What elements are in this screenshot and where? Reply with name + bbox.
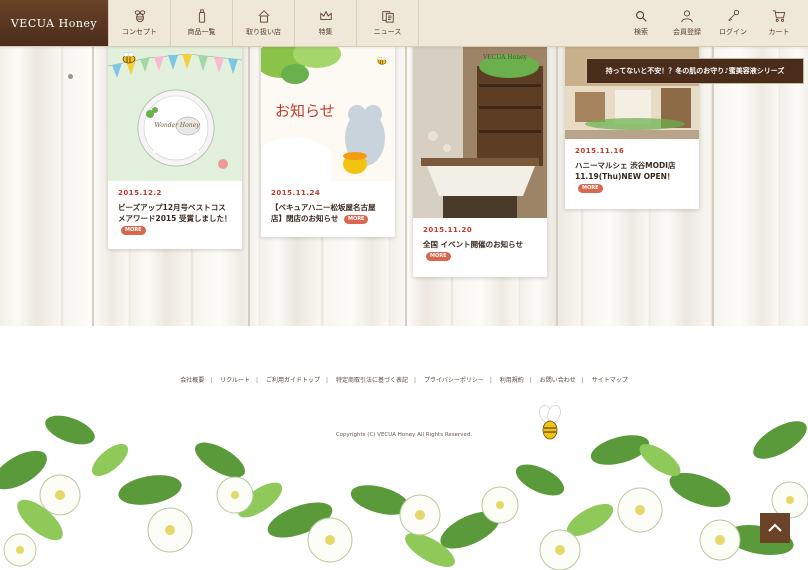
- news-thumbnail: Wonder Honey: [108, 46, 242, 181]
- nav-search[interactable]: 検索: [618, 0, 664, 46]
- nav-stores[interactable]: 取り扱い店: [233, 0, 295, 46]
- footer-link-guide[interactable]: ご利用ガイドトップ: [266, 377, 320, 384]
- bee-icon: [122, 52, 136, 64]
- news-date: 2015.11.16: [575, 147, 625, 155]
- shop-icon: [257, 10, 270, 23]
- news-card[interactable]: お知らせ 2015.11.24 【ベキュアハニー松坂屋名古屋店】閉店のお知らせ …: [261, 46, 395, 237]
- nav-label: コンセプト: [122, 28, 157, 36]
- plank-divider: [556, 46, 558, 326]
- more-button[interactable]: MORE: [426, 251, 451, 261]
- news-thumbnail: お知らせ: [261, 46, 395, 181]
- plank-divider: [248, 46, 250, 326]
- back-to-top-button[interactable]: [760, 513, 790, 543]
- nav-cart[interactable]: カート: [756, 0, 802, 46]
- feature-banner[interactable]: 持ってないと不安！？冬の肌のお守り♪蜜美容液シリーズ: [586, 58, 804, 84]
- news-title: ビーズアップ12月号ベストコスメアワード2015 受賞しました！ MORE: [118, 202, 232, 236]
- plank-divider: [405, 46, 407, 326]
- news-title-text: ハニーマルシェ 渋谷MODI店 11.19(Thu)NEW OPEN！: [575, 161, 676, 182]
- news-title: 全国 イベント開催のお知らせ MORE: [423, 239, 537, 262]
- more-button[interactable]: MORE: [343, 214, 369, 224]
- nav-concept[interactable]: コンセプト: [108, 0, 171, 46]
- nav-news[interactable]: ニュース: [357, 0, 419, 46]
- card-body: 2015.11.20 全国 イベント開催のお知らせ MORE: [413, 218, 547, 270]
- more-button[interactable]: MORE: [121, 225, 146, 236]
- bee-icon: [134, 10, 145, 23]
- nav-label: 検索: [634, 28, 648, 36]
- news-date: 2015.11.20: [423, 226, 473, 234]
- chevron-up-icon: [768, 523, 782, 532]
- bee-icon: [377, 57, 387, 65]
- nav-features[interactable]: 特集: [295, 0, 357, 46]
- news-card[interactable]: Wonder Honey 2015.12.2 ビーズアップ12月号ベストコスメア…: [108, 46, 242, 249]
- news-thumbnail: VECUA Honey: [413, 46, 547, 218]
- nav-label: 会員登録: [673, 28, 701, 36]
- nav-register[interactable]: 会員登録: [664, 0, 710, 46]
- search-icon: [636, 11, 647, 22]
- footer-link-terms[interactable]: 利用規約: [500, 377, 524, 384]
- cart-icon: [772, 10, 786, 22]
- utility-nav: 検索 会員登録 ログイン カート: [618, 0, 802, 46]
- footer-link-privacy[interactable]: プライバシーポリシー: [424, 377, 484, 384]
- user-icon: [681, 10, 693, 23]
- footer-link-company[interactable]: 会社概要: [180, 377, 204, 384]
- footer-link-contact[interactable]: お問い合わせ: [540, 377, 576, 384]
- news-date: 2015.11.24: [271, 189, 321, 197]
- key-icon: [728, 9, 740, 22]
- news-title-text: 全国 イベント開催のお知らせ: [423, 240, 523, 249]
- nav-login[interactable]: ログイン: [710, 0, 756, 46]
- store-photo: [413, 46, 547, 218]
- nav-label: 商品一覧: [187, 28, 216, 36]
- news-title-text: ビーズアップ12月号ベストコスメアワード2015 受賞しました！: [118, 203, 232, 224]
- card-body: 2015.11.16 ハニーマルシェ 渋谷MODI店 11.19(Thu)NEW…: [565, 139, 699, 202]
- site-logo[interactable]: VECUA Honey: [0, 0, 108, 46]
- flower-illustration: [0, 400, 808, 570]
- plank-divider: [92, 46, 94, 326]
- more-button[interactable]: MORE: [578, 183, 603, 194]
- nav-label: ログイン: [719, 28, 747, 36]
- document-icon: [381, 11, 394, 23]
- news-date: 2015.12.2: [118, 189, 162, 197]
- bottle-icon: [198, 9, 205, 23]
- nav-products[interactable]: 商品一覧: [171, 0, 233, 46]
- crown-icon: [319, 10, 332, 20]
- nail: [68, 74, 73, 79]
- store-sign: VECUA Honey: [483, 54, 528, 61]
- notice-heading: お知らせ: [275, 102, 335, 120]
- nav-label: ニュース: [373, 28, 402, 36]
- nav-label: 取り扱い店: [246, 28, 281, 36]
- news-title: ハニーマルシェ 渋谷MODI店 11.19(Thu)NEW OPEN！ MORE: [575, 160, 689, 194]
- footer-link-recruit[interactable]: リクルート: [220, 377, 250, 384]
- product-label: Wonder Honey: [154, 122, 200, 129]
- plank-divider: [712, 46, 714, 326]
- footer-links: 会社概要 | リクルート | ご利用ガイドトップ | 特定商取引法に基づく表記 | プラ…: [180, 377, 628, 384]
- card-body: 2015.11.24 【ベキュアハニー松坂屋名古屋店】閉店のお知らせ MORE: [261, 181, 395, 233]
- copyright: Copyrights (C) VECUA Honey All Rights Re…: [335, 432, 473, 438]
- footer-link-commerce-law[interactable]: 特定商取引法に基づく表記: [336, 377, 408, 384]
- site-header: VECUA Honey コンセプト 商品一覧 取り扱い店 特集 ニュース 検索: [0, 0, 808, 47]
- card-body: 2015.12.2 ビーズアップ12月号ベストコスメアワード2015 受賞しまし…: [108, 181, 242, 244]
- bunting-illustration: [108, 53, 242, 169]
- news-title: 【ベキュアハニー松坂屋名古屋店】閉店のお知らせ MORE: [271, 202, 385, 225]
- nav-label: 特集: [318, 28, 333, 36]
- news-card[interactable]: VECUA Honey 2015.11.20 全国 イベント開催のお知らせ MO…: [413, 46, 547, 277]
- footer-link-sitemap[interactable]: サイトマップ: [592, 377, 628, 384]
- nav-label: カート: [768, 28, 790, 36]
- main-nav: コンセプト 商品一覧 取り扱い店 特集 ニュース: [108, 0, 419, 46]
